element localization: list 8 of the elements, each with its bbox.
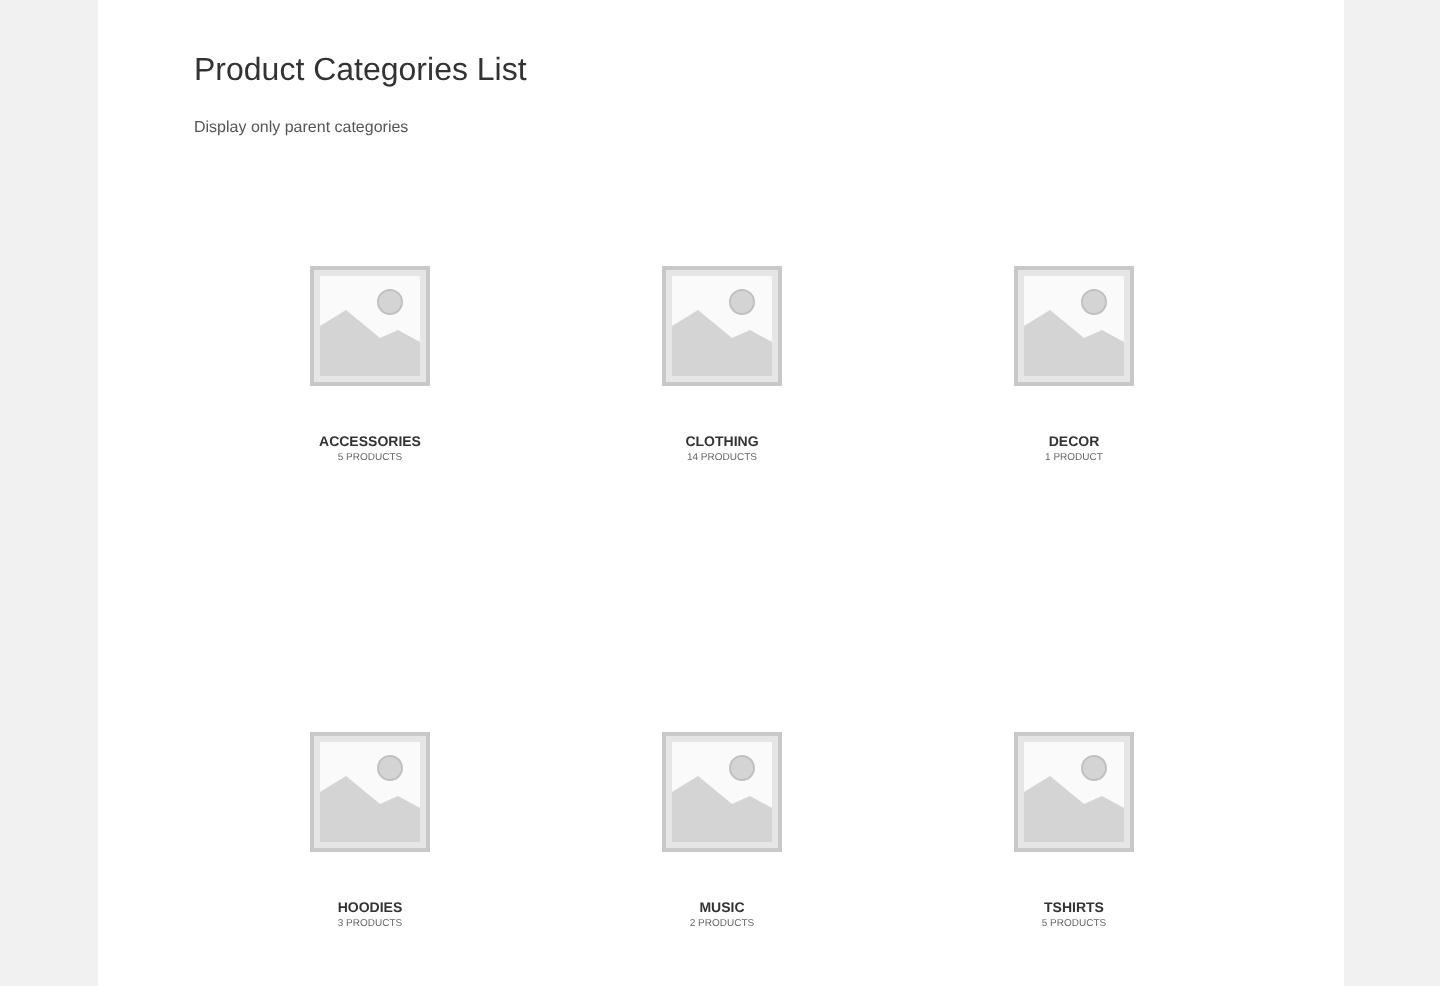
- image-placeholder-icon: [310, 266, 430, 386]
- page-title: Product Categories List: [194, 52, 529, 92]
- image-placeholder-icon: [310, 732, 430, 852]
- image-placeholder-icon: [1014, 732, 1134, 852]
- image-placeholder-icon: [1014, 266, 1134, 386]
- image-placeholder-icon: [662, 266, 782, 386]
- image-placeholder-icon: [662, 732, 782, 852]
- page-subtitle: Display only parent categories: [194, 116, 411, 140]
